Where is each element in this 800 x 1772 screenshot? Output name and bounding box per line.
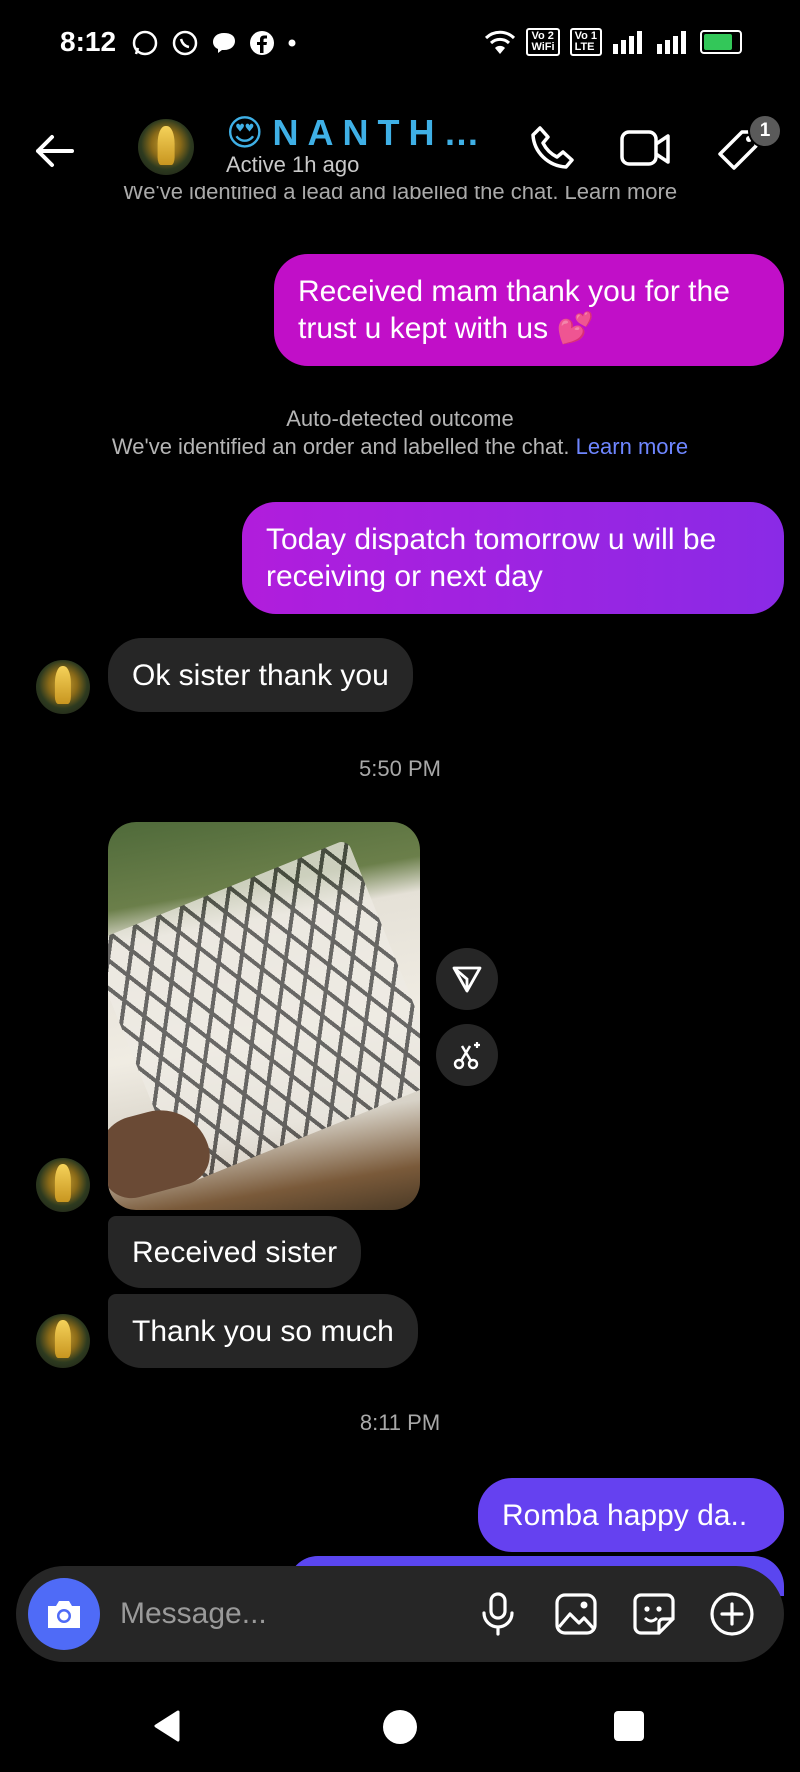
message-text: Thank you so much — [132, 1314, 394, 1348]
scissors-sparkle-icon — [453, 1042, 480, 1070]
phone-icon — [531, 126, 574, 169]
messenger-icon — [213, 33, 235, 53]
timestamp: 5:50 PM — [359, 756, 441, 781]
whatsapp-icon — [172, 30, 198, 56]
triangle-back-icon — [154, 1710, 180, 1742]
label-button[interactable]: 1 — [712, 114, 782, 176]
voice-message-button[interactable] — [472, 1588, 524, 1640]
microphone-icon — [482, 1592, 514, 1636]
dot-icon — [288, 39, 296, 47]
wifi-icon — [485, 30, 516, 54]
incoming-message[interactable]: Ok sister thank you — [108, 638, 413, 712]
sender-avatar[interactable] — [36, 1314, 90, 1368]
vowifi-sub: WiFi — [531, 41, 555, 53]
nav-home-button[interactable] — [383, 1710, 417, 1744]
outgoing-message[interactable]: Romba happy da.. — [478, 1478, 784, 1552]
nav-back-button[interactable] — [150, 1708, 186, 1744]
auto-detected-notice: We've identified an order and labelled t… — [0, 434, 800, 460]
remix-button[interactable] — [436, 1024, 498, 1086]
message-text: Ok sister thank you — [132, 658, 389, 692]
tag-count-badge: 1 — [748, 114, 782, 148]
send-icon — [452, 966, 482, 993]
lead-hint-text: We've identified a lead and labelled the… — [122, 186, 678, 204]
gallery-button[interactable] — [550, 1588, 602, 1640]
video-call-button[interactable] — [618, 124, 674, 174]
photo-message[interactable] — [108, 822, 420, 1210]
back-button[interactable] — [30, 126, 80, 176]
whatsapp-business-icon — [132, 30, 158, 56]
camera-icon — [48, 1601, 80, 1628]
timestamp: 8:11 PM — [359, 1410, 441, 1435]
battery-icon — [700, 30, 742, 54]
sticker-icon — [633, 1593, 675, 1635]
sender-avatar[interactable] — [36, 660, 90, 714]
plus-circle-icon — [710, 1592, 754, 1636]
video-camera-icon — [620, 130, 670, 166]
signal-icon-1 — [613, 31, 642, 54]
notification-icons — [130, 28, 298, 58]
outgoing-message[interactable]: Received mam thank you for the trust u k… — [274, 254, 784, 366]
contact-name[interactable]: 😍NANTH… — [226, 112, 489, 154]
system-status-icons: Vo 2 WiFi Vo 1 LTE — [484, 28, 742, 56]
learn-more-link[interactable]: Learn more — [576, 434, 689, 459]
message-text: Received sister — [132, 1235, 338, 1269]
image-icon — [555, 1593, 597, 1635]
notice-text: We've identified an order and labelled t… — [111, 434, 570, 459]
outgoing-message[interactable]: Today dispatch tomorrow u will be receiv… — [242, 502, 784, 614]
share-button[interactable] — [436, 948, 498, 1010]
auto-detected-title: Auto-detected outcome — [286, 406, 514, 431]
message-text: Today dispatch tomorrow u will be receiv… — [266, 523, 717, 593]
volte-badge: Vo 1 LTE — [569, 28, 602, 56]
arrow-left-icon — [36, 135, 74, 167]
message-text: Received mam thank you for the trust u k… — [298, 275, 730, 345]
contact-avatar[interactable] — [138, 119, 194, 175]
more-options-button[interactable] — [706, 1588, 758, 1640]
facebook-icon — [250, 31, 274, 55]
signal-icon-2 — [657, 31, 686, 54]
call-button[interactable] — [526, 122, 578, 174]
volte-sub: LTE — [574, 41, 595, 53]
nav-recents-button[interactable] — [614, 1711, 644, 1741]
system-navigation-bar — [0, 1680, 800, 1772]
sticker-button[interactable] — [628, 1588, 680, 1640]
message-text: Romba happy da.. — [502, 1498, 748, 1532]
incoming-message[interactable]: Received sister — [108, 1216, 362, 1288]
contact-active-status: Active 1h ago — [226, 152, 360, 177]
incoming-message[interactable]: Thank you so much — [108, 1294, 418, 1368]
status-time: 8:12 — [60, 26, 117, 57]
lead-hint-clipped: We've identified a lead and labelled the… — [0, 186, 800, 210]
vowifi-badge: Vo 2 WiFi — [526, 28, 560, 56]
message-input[interactable] — [118, 1588, 452, 1640]
camera-button[interactable] — [28, 1578, 100, 1650]
sender-avatar[interactable] — [36, 1158, 90, 1212]
